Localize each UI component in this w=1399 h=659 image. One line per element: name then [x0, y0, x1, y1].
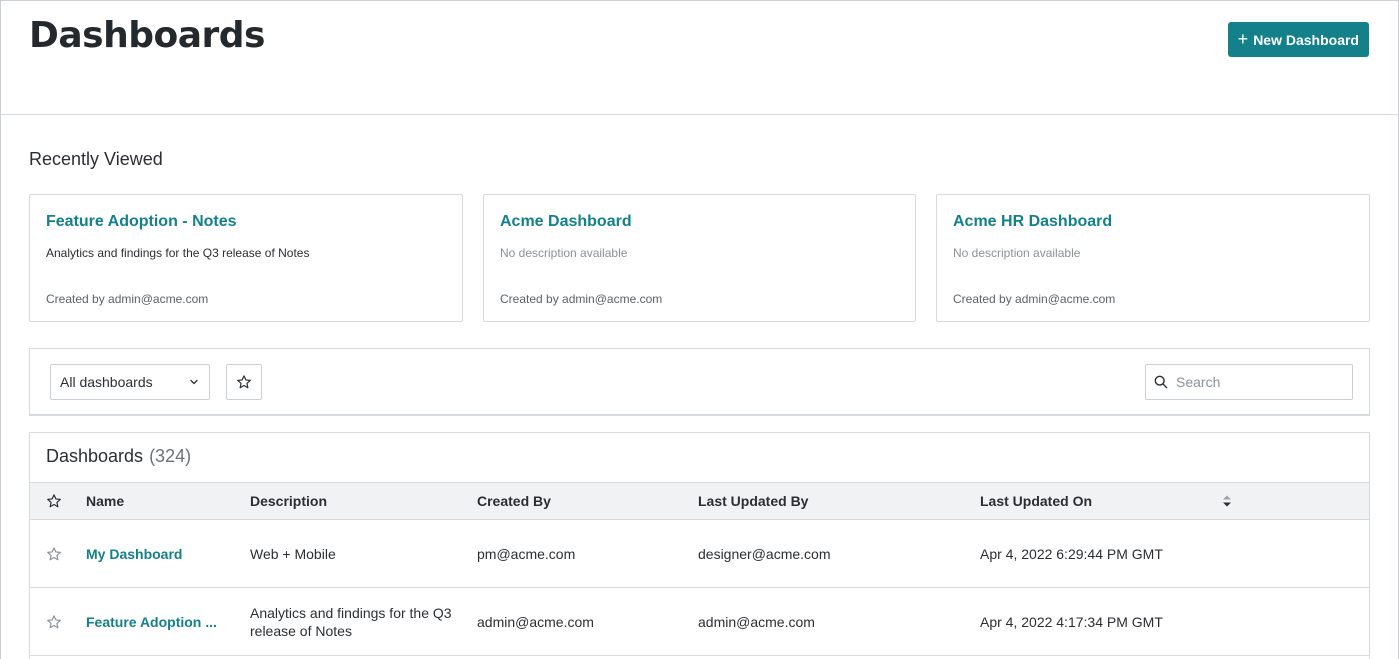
search-box[interactable]	[1145, 364, 1353, 400]
new-dashboard-button[interactable]: + New Dashboard	[1227, 22, 1369, 57]
search-icon	[1154, 375, 1168, 389]
search-input[interactable]	[1176, 374, 1336, 390]
table-header-row: Name Description Created By Last Updated…	[30, 482, 1369, 520]
select-value: All dashboards	[60, 374, 153, 390]
sort-icon[interactable]	[1221, 493, 1233, 509]
card-title[interactable]: Feature Adoption - Notes	[46, 213, 237, 231]
page-header: Dashboards + New Dashboard	[1, 1, 1398, 115]
table-row[interactable]: Feature Adoption ... Analytics and findi…	[30, 588, 1369, 656]
filter-bar: All dashboards	[29, 348, 1370, 416]
column-header-last-updated-on[interactable]: Last Updated On	[980, 493, 1092, 509]
created-by: pm@acme.com	[477, 546, 576, 562]
column-header-name[interactable]: Name	[86, 493, 124, 509]
recently-viewed-title: Recently Viewed	[29, 149, 163, 169]
last-updated-by: designer@acme.com	[698, 546, 831, 562]
column-header-last-updated-by[interactable]: Last Updated By	[698, 493, 808, 509]
recently-viewed-cards: Feature Adoption - Notes Analytics and f…	[29, 194, 1370, 324]
dashboard-count: (324)	[149, 446, 192, 466]
dashboard-filter-select[interactable]: All dashboards	[50, 364, 210, 400]
last-updated-on: Apr 4, 2022 6:29:44 PM GMT	[980, 546, 1163, 562]
recent-dashboard-card[interactable]: Feature Adoption - Notes Analytics and f…	[29, 194, 463, 322]
dashboard-name-link[interactable]: My Dashboard	[86, 545, 221, 563]
star-outline-icon[interactable]	[46, 614, 62, 630]
card-description: Analytics and findings for the Q3 releas…	[46, 246, 310, 260]
card-title[interactable]: Acme HR Dashboard	[953, 213, 1112, 231]
star-outline-icon	[237, 375, 251, 389]
dashboard-name-link[interactable]: Feature Adoption ...	[86, 613, 221, 631]
dashboards-table: Dashboards (324) Name Description Created…	[29, 432, 1370, 659]
dashboard-description: Analytics and findings for the Q3 releas…	[250, 605, 452, 639]
plus-icon: +	[1237, 28, 1249, 49]
favorites-filter-button[interactable]	[226, 364, 262, 400]
column-header-description[interactable]: Description	[250, 493, 327, 509]
card-title[interactable]: Acme Dashboard	[500, 213, 632, 231]
recent-dashboard-card[interactable]: Acme Dashboard No description available …	[483, 194, 916, 322]
table-row[interactable]: My Dashboard Web + Mobile pm@acme.com de…	[30, 520, 1369, 588]
card-description: No description available	[953, 246, 1081, 260]
card-description: No description available	[500, 246, 628, 260]
card-created-by: Created by admin@acme.com	[500, 292, 663, 306]
card-created-by: Created by admin@acme.com	[46, 292, 209, 306]
last-updated-by: admin@acme.com	[698, 614, 815, 630]
card-created-by: Created by admin@acme.com	[953, 292, 1116, 306]
star-outline-icon[interactable]	[46, 493, 62, 509]
dashboards-page: Dashboards + New Dashboard Recently View…	[0, 0, 1399, 659]
last-updated-on: Apr 4, 2022 4:17:34 PM GMT	[980, 614, 1163, 630]
chevron-down-icon	[190, 379, 198, 385]
created-by: admin@acme.com	[477, 614, 594, 630]
page-title: Dashboards	[29, 15, 265, 56]
table-title: Dashboards	[46, 446, 144, 466]
new-dashboard-label: New Dashboard	[1253, 31, 1359, 48]
column-header-created-by[interactable]: Created By	[477, 493, 551, 509]
dashboard-description: Web + Mobile	[250, 546, 336, 562]
star-outline-icon[interactable]	[46, 546, 62, 562]
recent-dashboard-card[interactable]: Acme HR Dashboard No description availab…	[936, 194, 1370, 322]
table-heading: Dashboards (324)	[46, 446, 191, 467]
